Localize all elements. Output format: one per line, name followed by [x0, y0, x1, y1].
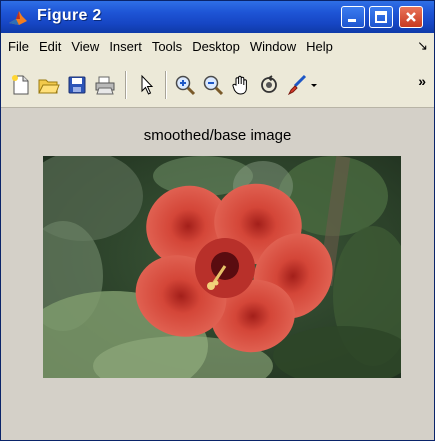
menu-desktop[interactable]: Desktop — [187, 39, 245, 54]
menu-help[interactable]: Help — [301, 39, 338, 54]
pan-button[interactable] — [229, 73, 253, 97]
figure-window: Figure 2 File Edit View Insert Tools Des… — [0, 0, 435, 441]
toolbar-overflow-button[interactable]: » — [418, 73, 426, 89]
edit-plot-button[interactable] — [135, 73, 159, 97]
matlab-logo-icon — [9, 11, 27, 25]
close-button[interactable] — [399, 6, 423, 28]
figure-toolbar: » — [1, 59, 434, 108]
axes-title: smoothed/base image — [143, 127, 292, 144]
rotate-3d-icon — [261, 75, 277, 93]
save-icon — [68, 76, 86, 94]
zoom-in-icon — [175, 75, 196, 96]
print-button[interactable] — [93, 73, 117, 97]
zoom-out-button[interactable] — [201, 73, 225, 97]
close-icon — [406, 12, 416, 22]
menu-tools[interactable]: Tools — [147, 39, 187, 54]
open-file-icon — [38, 79, 60, 94]
dock-figure-button[interactable]: ↘ — [417, 38, 428, 54]
title-bar[interactable]: Figure 2 — [1, 1, 434, 33]
maximize-icon — [375, 11, 387, 23]
data-brush-button[interactable] — [285, 73, 309, 97]
maximize-button[interactable] — [369, 6, 393, 28]
flower-image — [43, 156, 401, 378]
brush-dropdown-button[interactable] — [307, 73, 321, 97]
open-file-button[interactable] — [37, 73, 61, 97]
toolbar-separator — [165, 71, 166, 99]
toolbar-separator — [125, 71, 126, 99]
chevron-down-icon — [311, 84, 317, 87]
window-title: Figure 2 — [37, 7, 102, 24]
minimize-button[interactable] — [341, 6, 365, 28]
zoom-in-button[interactable] — [173, 73, 197, 97]
menu-bar: File Edit View Insert Tools Desktop Wind… — [1, 33, 434, 59]
print-icon — [95, 76, 115, 95]
menu-view[interactable]: View — [66, 39, 104, 54]
new-figure-icon — [12, 75, 29, 95]
menu-window[interactable]: Window — [245, 39, 301, 54]
pan-hand-icon — [232, 75, 247, 95]
menu-insert[interactable]: Insert — [104, 39, 147, 54]
zoom-out-icon — [203, 75, 224, 96]
menu-file[interactable]: File — [1, 39, 34, 54]
figure-canvas: smoothed/base image — [1, 108, 434, 440]
minimize-icon — [348, 19, 356, 22]
menu-edit[interactable]: Edit — [34, 39, 66, 54]
save-button[interactable] — [65, 73, 89, 97]
new-figure-button[interactable] — [9, 73, 33, 97]
edit-plot-arrow-icon — [141, 74, 154, 95]
data-cursor-brush-icon — [287, 74, 307, 96]
rotate-3d-button[interactable] — [257, 73, 281, 97]
